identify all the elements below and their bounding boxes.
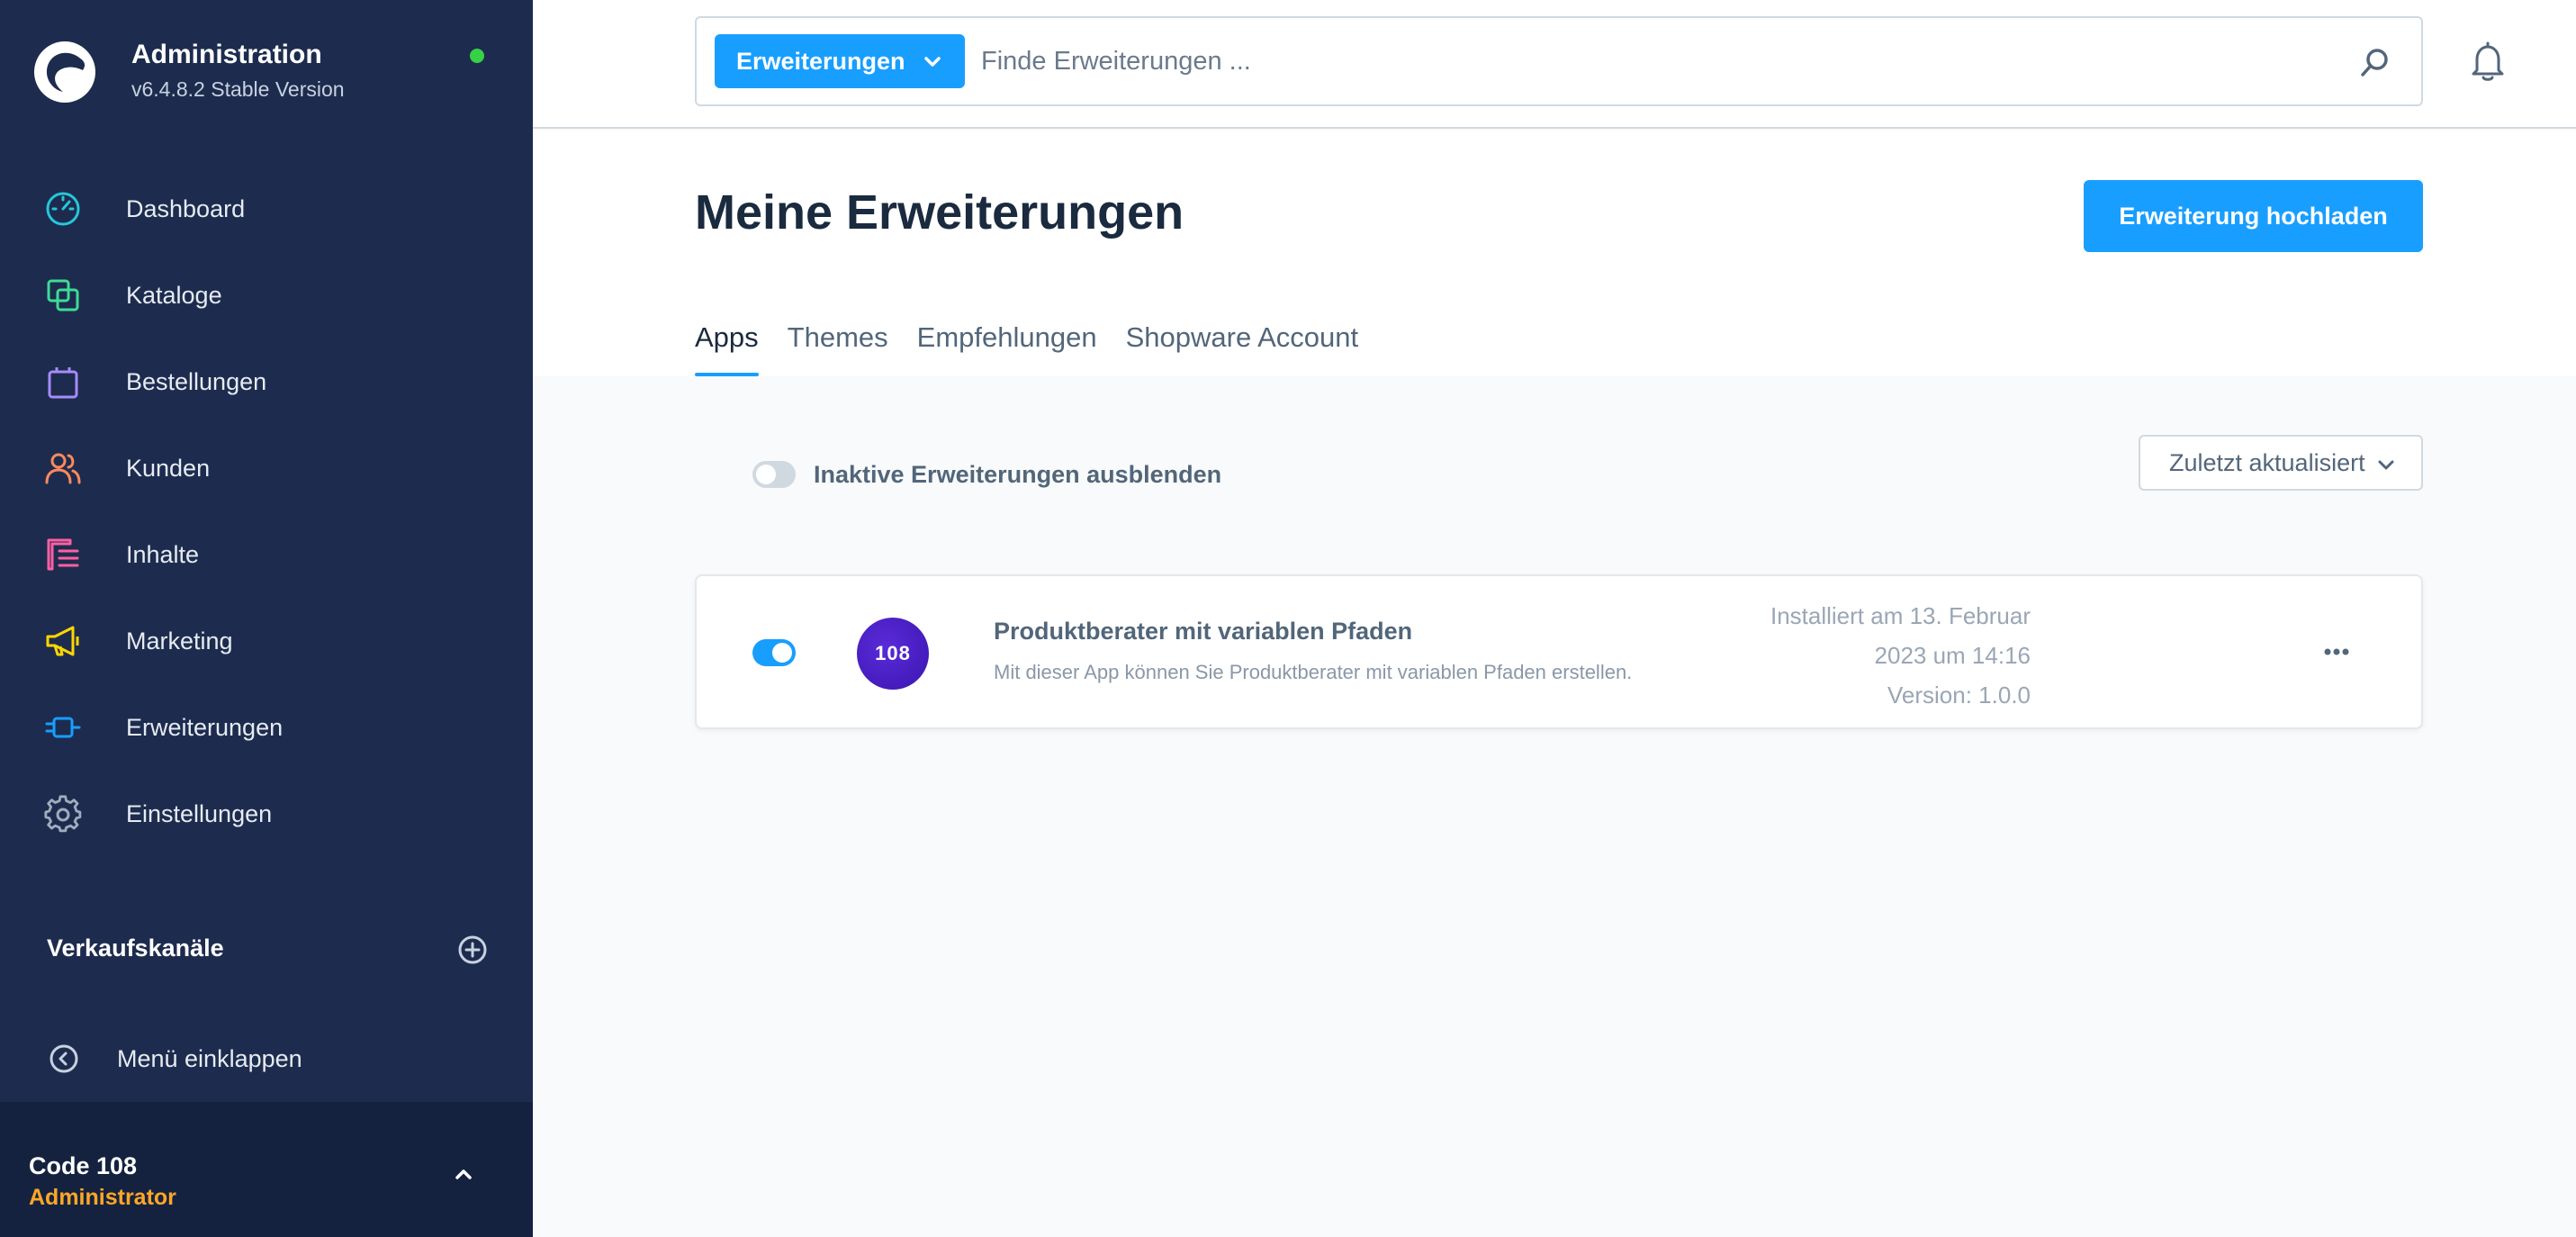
- extension-description: Mit dieser App können Sie Produktberater…: [994, 661, 1633, 683]
- hide-inactive-label: Inaktive Erweiterungen ausblenden: [814, 461, 1222, 488]
- extension-active-toggle[interactable]: [752, 639, 796, 666]
- sidebar-item-kunden[interactable]: Kunden: [0, 425, 533, 511]
- megaphone-icon: [46, 626, 79, 656]
- sidebar-item-inhalte[interactable]: Inhalte: [0, 511, 533, 598]
- sidebar-item-label: Marketing: [126, 627, 233, 655]
- extension-version: Version: 1.0.0: [1887, 682, 2031, 709]
- chevron-up-icon[interactable]: [448, 1160, 479, 1190]
- sidebar-item-label: Erweiterungen: [126, 713, 284, 741]
- sidebar-item-kataloge[interactable]: Kataloge: [0, 252, 533, 339]
- tab-empfehlungen[interactable]: Empfehlungen: [917, 321, 1097, 376]
- dashboard-gauge-icon: [46, 192, 80, 226]
- add-sales-channel-icon[interactable]: [457, 935, 488, 965]
- main-navigation: Dashboard Kataloge Bestellungen Kunden I…: [0, 166, 533, 857]
- user-role: Administrator: [29, 1185, 176, 1210]
- extension-name[interactable]: Produktberater mit variablen Pfaden: [994, 618, 1412, 646]
- sidebar-item-label: Kataloge: [126, 281, 222, 309]
- brand-header: Administration v6.4.8.2 Stable Version: [0, 0, 533, 126]
- app-version: v6.4.8.2 Stable Version: [131, 77, 345, 101]
- collapse-menu-label: Menü einklappen: [117, 1044, 302, 1072]
- sidebar-item-erweiterungen[interactable]: Erweiterungen: [0, 684, 533, 771]
- user-name: Code 108: [29, 1152, 138, 1179]
- chevron-down-icon: [2378, 460, 2394, 470]
- tab-themes[interactable]: Themes: [788, 321, 888, 376]
- page-title: Meine Erweiterungen: [695, 185, 1184, 239]
- search-type-dropdown[interactable]: Erweiterungen: [715, 34, 965, 88]
- notification-bell-icon[interactable]: [2466, 40, 2509, 83]
- sidebar-item-label: Dashboard: [126, 194, 246, 222]
- catalog-icon: [47, 279, 79, 312]
- sidebar-item-marketing[interactable]: Marketing: [0, 598, 533, 684]
- tab-shopware-account[interactable]: Shopware Account: [1126, 321, 1359, 376]
- plug-icon: [45, 717, 81, 738]
- extension-tabs: Apps Themes Empfehlungen Shopware Accoun…: [695, 321, 1387, 376]
- sidebar-item-dashboard[interactable]: Dashboard: [0, 166, 533, 252]
- chevron-left-circle-icon: [50, 1044, 78, 1073]
- content-icon: [47, 538, 79, 571]
- sidebar-item-label: Bestellungen: [126, 367, 267, 395]
- sidebar-item-bestellungen[interactable]: Bestellungen: [0, 339, 533, 425]
- collapse-menu-button[interactable]: Menü einklappen: [49, 1041, 302, 1077]
- extension-installed-date: Installiert am 13. Februar: [1770, 602, 2031, 629]
- extension-card: 108 Produktberater mit variablen Pfaden …: [695, 574, 2423, 729]
- status-indicator: [470, 49, 484, 63]
- sort-selected-value: Zuletzt aktualisiert: [2169, 448, 2365, 476]
- sidebar-item-label: Kunden: [126, 454, 211, 482]
- app-title: Administration: [131, 40, 322, 69]
- sidebar: Administration v6.4.8.2 Stable Version D…: [0, 0, 533, 1237]
- chevron-down-icon: [924, 57, 941, 67]
- sidebar-item-label: Einstellungen: [126, 799, 273, 827]
- customers-icon: [45, 453, 81, 484]
- hide-inactive-toggle[interactable]: [752, 461, 796, 488]
- upload-extension-button[interactable]: Erweiterung hochladen: [2084, 180, 2423, 252]
- search-input[interactable]: [981, 34, 2331, 88]
- gear-icon: [44, 795, 82, 833]
- top-bar: Erweiterungen: [533, 0, 2576, 129]
- search-icon[interactable]: [2358, 47, 2391, 79]
- sidebar-item-label: Inhalte: [126, 540, 200, 568]
- sales-channels-label: Verkaufskanäle: [47, 935, 224, 962]
- extension-meta: Installiert am 13. Februar 2023 um 14:16…: [1770, 596, 2031, 715]
- search-type-label: Erweiterungen: [736, 47, 905, 75]
- extension-logo: 108: [857, 618, 929, 690]
- shopware-logo-icon[interactable]: [32, 40, 97, 104]
- sidebar-item-einstellungen[interactable]: Einstellungen: [0, 771, 533, 857]
- shopping-bag-icon: [48, 367, 78, 399]
- tab-apps[interactable]: Apps: [695, 321, 759, 376]
- more-options-icon[interactable]: [2317, 636, 2356, 668]
- sales-channels-header: Verkaufskanäle: [47, 935, 488, 965]
- page-header: Meine Erweiterungen Erweiterung hochlade…: [533, 131, 2576, 376]
- extension-installed-time: 2023 um 14:16: [1874, 642, 2031, 669]
- sort-select[interactable]: Zuletzt aktualisiert: [2139, 435, 2423, 491]
- global-search: Erweiterungen: [695, 16, 2423, 106]
